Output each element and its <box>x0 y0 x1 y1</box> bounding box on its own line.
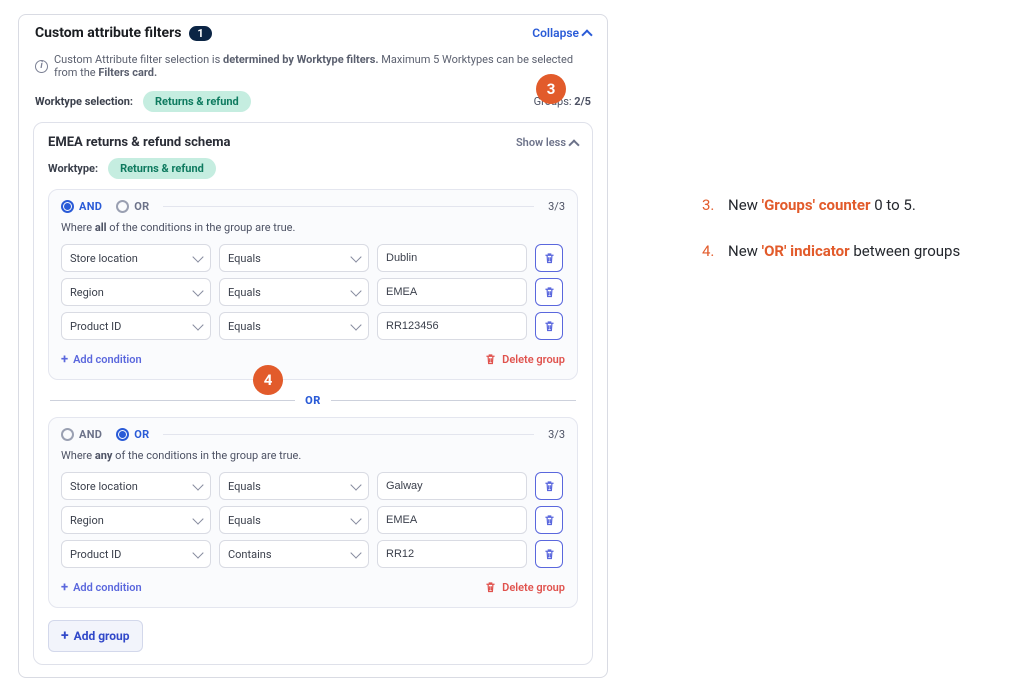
plus-icon: + <box>61 580 68 595</box>
value-input[interactable] <box>377 312 527 340</box>
operator-and-radio[interactable]: AND <box>61 428 102 441</box>
delete-group-button[interactable]: Delete group <box>484 581 565 594</box>
delete-group-button[interactable]: Delete group <box>484 353 565 366</box>
chevron-down-icon <box>192 479 203 490</box>
or-separator-label: OR <box>305 394 321 407</box>
divider <box>163 206 534 207</box>
add-condition-button[interactable]: +Add condition <box>61 580 142 595</box>
trash-icon <box>543 320 556 333</box>
chevron-down-icon <box>350 285 361 296</box>
plus-icon: + <box>61 628 69 644</box>
chevron-down-icon <box>192 285 203 296</box>
info-text: Custom Attribute filter selection is det… <box>54 53 591 79</box>
operator-select[interactable]: Equals <box>219 312 369 340</box>
condition-row: Region Equals <box>61 506 565 534</box>
condition-group: AND OR 3/3 Where all of the conditions i… <box>48 189 578 380</box>
plus-icon: + <box>61 352 68 367</box>
condition-group: AND OR 3/3 Where any of the conditions i… <box>48 417 578 608</box>
attribute-select[interactable]: Product ID <box>61 540 211 568</box>
divider <box>163 434 534 435</box>
worktype-pill: Returns & refund <box>143 91 251 112</box>
delete-condition-button[interactable] <box>535 472 563 500</box>
schema-worktype-pill: Returns & refund <box>108 158 216 179</box>
chevron-down-icon <box>192 319 203 330</box>
chevron-down-icon <box>350 479 361 490</box>
value-input[interactable] <box>377 506 527 534</box>
attribute-select[interactable]: Product ID <box>61 312 211 340</box>
value-input[interactable] <box>377 540 527 568</box>
group-description: Where any of the conditions in the group… <box>61 449 565 462</box>
chevron-up-icon <box>568 139 579 150</box>
condition-row: Store location Equals <box>61 244 565 272</box>
group-description: Where all of the conditions in the group… <box>61 221 565 234</box>
panel-header: Custom attribute filters 1 Collapse <box>33 15 593 49</box>
value-input[interactable] <box>377 278 527 306</box>
chevron-down-icon <box>192 513 203 524</box>
add-condition-button[interactable]: +Add condition <box>61 352 142 367</box>
collapse-label: Collapse <box>532 26 579 40</box>
trash-icon <box>543 286 556 299</box>
operator-or-radio[interactable]: OR <box>116 200 149 213</box>
attribute-select[interactable]: Store location <box>61 244 211 272</box>
delete-condition-button[interactable] <box>535 312 563 340</box>
show-less-label: Show less <box>516 136 566 149</box>
operator-select[interactable]: Equals <box>219 506 369 534</box>
operator-select[interactable]: Equals <box>219 244 369 272</box>
chevron-down-icon <box>350 513 361 524</box>
condition-row: Product ID Contains <box>61 540 565 568</box>
chevron-down-icon <box>350 547 361 558</box>
delete-condition-button[interactable] <box>535 244 563 272</box>
annotation-marker-4: 4 <box>253 365 283 395</box>
add-group-button[interactable]: +Add group <box>48 620 143 652</box>
filter-count-badge: 1 <box>189 26 211 41</box>
or-separator: OR <box>48 394 578 407</box>
chevron-down-icon <box>350 251 361 262</box>
schema-card: EMEA returns & refund schema Show less W… <box>33 122 593 665</box>
info-banner: i Custom Attribute filter selection is d… <box>33 49 593 87</box>
annotation-note-3: 3. New 'Groups' counter 0 to 5. <box>702 196 960 214</box>
value-input[interactable] <box>377 472 527 500</box>
trash-icon <box>543 548 556 561</box>
trash-icon <box>543 514 556 527</box>
worktype-row: Worktype selection: Returns & refund Gro… <box>33 87 593 122</box>
custom-attribute-filters-panel: Custom attribute filters 1 Collapse i Cu… <box>18 14 608 678</box>
operator-select[interactable]: Equals <box>219 472 369 500</box>
show-less-toggle[interactable]: Show less <box>516 136 578 149</box>
attribute-select[interactable]: Region <box>61 506 211 534</box>
collapse-toggle[interactable]: Collapse <box>532 26 591 40</box>
annotation-note-4: 4. New 'OR' indicator between groups <box>702 242 960 260</box>
chevron-down-icon <box>192 251 203 262</box>
operator-and-radio[interactable]: AND <box>61 200 102 213</box>
operator-or-radio[interactable]: OR <box>116 428 149 441</box>
divider <box>50 400 295 401</box>
trash-icon <box>543 480 556 493</box>
info-icon: i <box>35 60 48 73</box>
annotation-notes: 3. New 'Groups' counter 0 to 5. 4. New '… <box>702 196 960 288</box>
divider <box>331 400 576 401</box>
schema-title: EMEA returns & refund schema <box>48 135 230 150</box>
attribute-select[interactable]: Store location <box>61 472 211 500</box>
condition-row: Store location Equals <box>61 472 565 500</box>
schema-worktype-label: Worktype: <box>48 162 98 175</box>
chevron-up-icon <box>581 29 592 40</box>
annotation-marker-3: 3 <box>536 74 566 104</box>
delete-condition-button[interactable] <box>535 506 563 534</box>
condition-counter: 3/3 <box>548 428 565 441</box>
condition-row: Product ID Equals <box>61 312 565 340</box>
delete-condition-button[interactable] <box>535 278 563 306</box>
attribute-select[interactable]: Region <box>61 278 211 306</box>
delete-condition-button[interactable] <box>535 540 563 568</box>
chevron-down-icon <box>350 319 361 330</box>
condition-row: Region Equals <box>61 278 565 306</box>
panel-title: Custom attribute filters <box>35 25 181 41</box>
chevron-down-icon <box>192 547 203 558</box>
trash-icon <box>484 581 497 594</box>
worktype-selection-label: Worktype selection: <box>35 95 133 108</box>
operator-select[interactable]: Contains <box>219 540 369 568</box>
operator-select[interactable]: Equals <box>219 278 369 306</box>
condition-counter: 3/3 <box>548 200 565 213</box>
value-input[interactable] <box>377 244 527 272</box>
trash-icon <box>484 353 497 366</box>
trash-icon <box>543 252 556 265</box>
